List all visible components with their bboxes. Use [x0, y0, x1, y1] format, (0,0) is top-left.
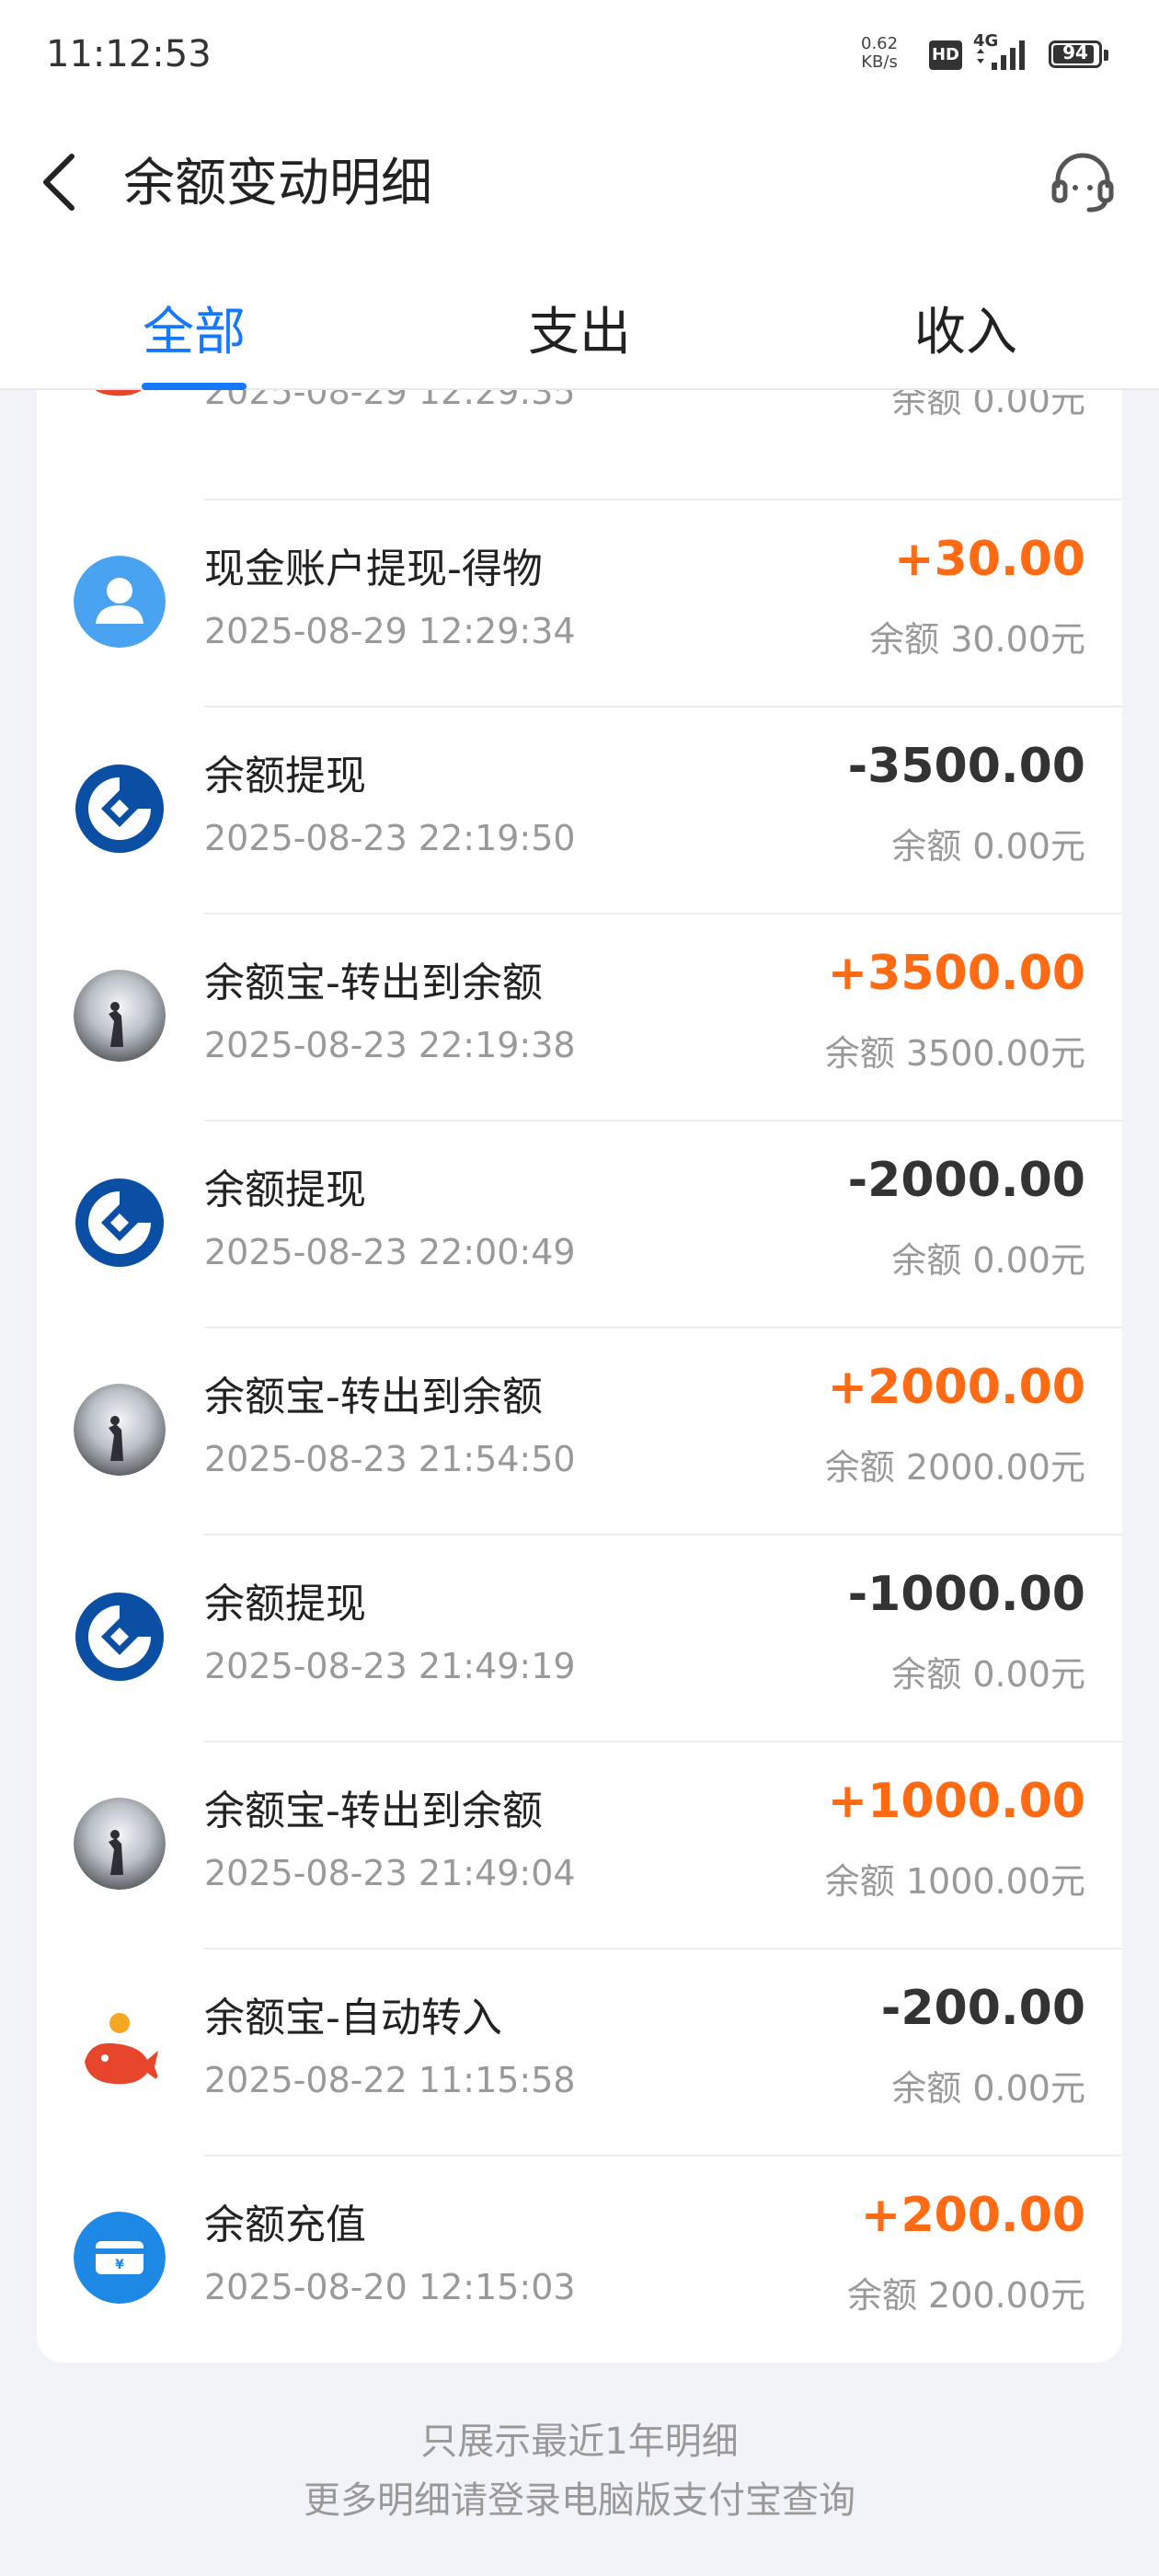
divider: [204, 1741, 1122, 1742]
back-button[interactable]: [33, 149, 98, 213]
photo-avatar-icon: [74, 970, 166, 1062]
tab-all[interactable]: 全部: [102, 291, 286, 365]
record-amount: -1000.00: [847, 1567, 1085, 1622]
ccb-bank-icon: [74, 1591, 166, 1683]
list-item[interactable]: 现金账户提现-得物 2025-08-29 12:29:34 +30.00 余额 …: [37, 499, 1122, 706]
record-time: 2025-08-23 22:19:38: [204, 1025, 576, 1065]
record-amount: +1000.00: [827, 1774, 1085, 1829]
tab-income[interactable]: 收入: [874, 291, 1058, 365]
status-time: 11:12:53: [46, 33, 212, 75]
record-amount: +2000.00: [827, 1360, 1085, 1415]
record-amount: -2000.00: [847, 1153, 1085, 1208]
filter-tabs: 全部 支出 收入: [0, 285, 1159, 390]
divider: [204, 706, 1122, 707]
list-item[interactable]: 余额提现 2025-08-23 22:19:50 -3500.00 余额 0.0…: [37, 706, 1122, 913]
record-title: 余额提现: [204, 753, 366, 799]
top-bar: 11:12:53 0.62 KB/s HD 4G 94 余额变动明细 全部 支出…: [0, 0, 1159, 390]
record-balance: 余额 3500.00元: [824, 1033, 1085, 1074]
record-time: 2025-08-22 11:15:58: [204, 2060, 576, 2100]
divider: [204, 1534, 1122, 1535]
divider: [204, 1327, 1122, 1328]
divider: [204, 499, 1122, 500]
record-balance: 余额 30.00元: [869, 619, 1085, 660]
list-item[interactable]: 余额宝-转出到余额 2025-08-23 22:19:38 +3500.00 余…: [37, 913, 1122, 1120]
signal-icon: 4G: [973, 31, 1038, 77]
record-time: 2025-08-23 21:49:19: [204, 1646, 576, 1686]
chevron-left-icon: [43, 154, 75, 211]
net-speed: 0.62 KB/s: [861, 35, 898, 72]
hd-icon: HD: [929, 40, 962, 70]
record-title: 余额宝-转出到余额: [204, 1788, 543, 1834]
record-title: 余额宝-自动转入: [204, 1995, 502, 2041]
list-footer: 只展示最近1年明细 更多明细请登录电脑版支付宝查询: [0, 2412, 1159, 2530]
record-title: 余额充值: [204, 2202, 366, 2248]
list-item[interactable]: 余额宝-转出到余额 2025-08-23 21:49:04 +1000.00 余…: [37, 1741, 1122, 1948]
net-speed-unit: KB/s: [861, 52, 898, 72]
record-balance: 余额 0.00元: [891, 1240, 1085, 1281]
list-item[interactable]: 余额提现 2025-08-23 22:00:49 -2000.00 余额 0.0…: [37, 1120, 1122, 1327]
record-balance: 余额 1000.00元: [824, 1861, 1085, 1902]
yuebao-fish-icon: [74, 2005, 166, 2097]
record-amount: +30.00: [893, 532, 1085, 587]
divider: [204, 2155, 1122, 2156]
photo-avatar-icon: [74, 1798, 166, 1890]
nav-bar: 余额变动明细: [0, 129, 1159, 230]
record-amount: -200.00: [880, 1981, 1085, 2036]
record-title: 余额提现: [204, 1167, 366, 1213]
user-icon: [74, 556, 166, 648]
records-list: 2025-08-29 12:29:35 余额 0.00元 现金账户提现-得物 2…: [37, 350, 1122, 2363]
record-amount: +3500.00: [827, 946, 1085, 1001]
page-title: 余额变动明细: [123, 154, 432, 213]
headset-icon: [1051, 153, 1114, 213]
battery-level: 94: [1062, 41, 1088, 63]
photo-avatar-icon: [74, 1384, 166, 1476]
ccb-bank-icon: [74, 1177, 166, 1269]
divider: [204, 1120, 1122, 1121]
tab-active-indicator: [142, 383, 247, 390]
net-speed-value: 0.62: [861, 34, 899, 53]
battery-icon: 94: [1049, 40, 1108, 68]
record-amount: -3500.00: [847, 739, 1085, 794]
record-balance: 余额 200.00元: [846, 2275, 1085, 2316]
list-item[interactable]: 余额提现 2025-08-23 21:49:19 -1000.00 余额 0.0…: [37, 1534, 1122, 1741]
customer-service-button[interactable]: [1049, 149, 1117, 217]
record-time: 2025-08-23 21:49:04: [204, 1853, 576, 1893]
status-bar: 11:12:53 0.62 KB/s HD 4G 94: [0, 0, 1159, 110]
record-title: 现金账户提现-得物: [204, 546, 543, 592]
footer-note-desktop: 更多明细请登录电脑版支付宝查询: [304, 2479, 855, 2522]
divider: [204, 1948, 1122, 1949]
record-balance: 余额 0.00元: [891, 826, 1085, 867]
recharge-card-icon: ¥: [74, 2212, 166, 2304]
record-title: 余额宝-转出到余额: [204, 1374, 543, 1420]
list-item[interactable]: 余额宝-转出到余额 2025-08-23 21:54:50 +2000.00 余…: [37, 1327, 1122, 1534]
record-time: 2025-08-23 22:00:49: [204, 1232, 576, 1272]
record-amount: +200.00: [860, 2188, 1085, 2243]
record-title: 余额提现: [204, 1581, 366, 1627]
footer-note-range: 只展示最近1年明细: [420, 2421, 739, 2463]
divider: [204, 913, 1122, 914]
record-time: 2025-08-29 12:29:34: [204, 611, 576, 651]
list-item[interactable]: 余额宝-自动转入 2025-08-22 11:15:58 -200.00 余额 …: [37, 1948, 1122, 2155]
record-time: 2025-08-23 21:54:50: [204, 1439, 576, 1479]
tab-expense[interactable]: 支出: [488, 291, 671, 365]
record-time: 2025-08-20 12:15:03: [204, 2267, 576, 2307]
record-time: 2025-08-23 22:19:50: [204, 818, 576, 858]
svg-text:¥: ¥: [115, 2258, 124, 2272]
list-item[interactable]: ¥ 余额充值 2025-08-20 12:15:03 +200.00 余额 20…: [37, 2155, 1122, 2362]
network-type: 4G: [973, 31, 999, 51]
ccb-bank-icon: [74, 763, 166, 855]
record-title: 余额宝-转出到余额: [204, 960, 543, 1006]
record-balance: 余额 2000.00元: [824, 1447, 1085, 1488]
record-balance: 余额 0.00元: [891, 2068, 1085, 2109]
record-balance: 余额 0.00元: [891, 1654, 1085, 1695]
